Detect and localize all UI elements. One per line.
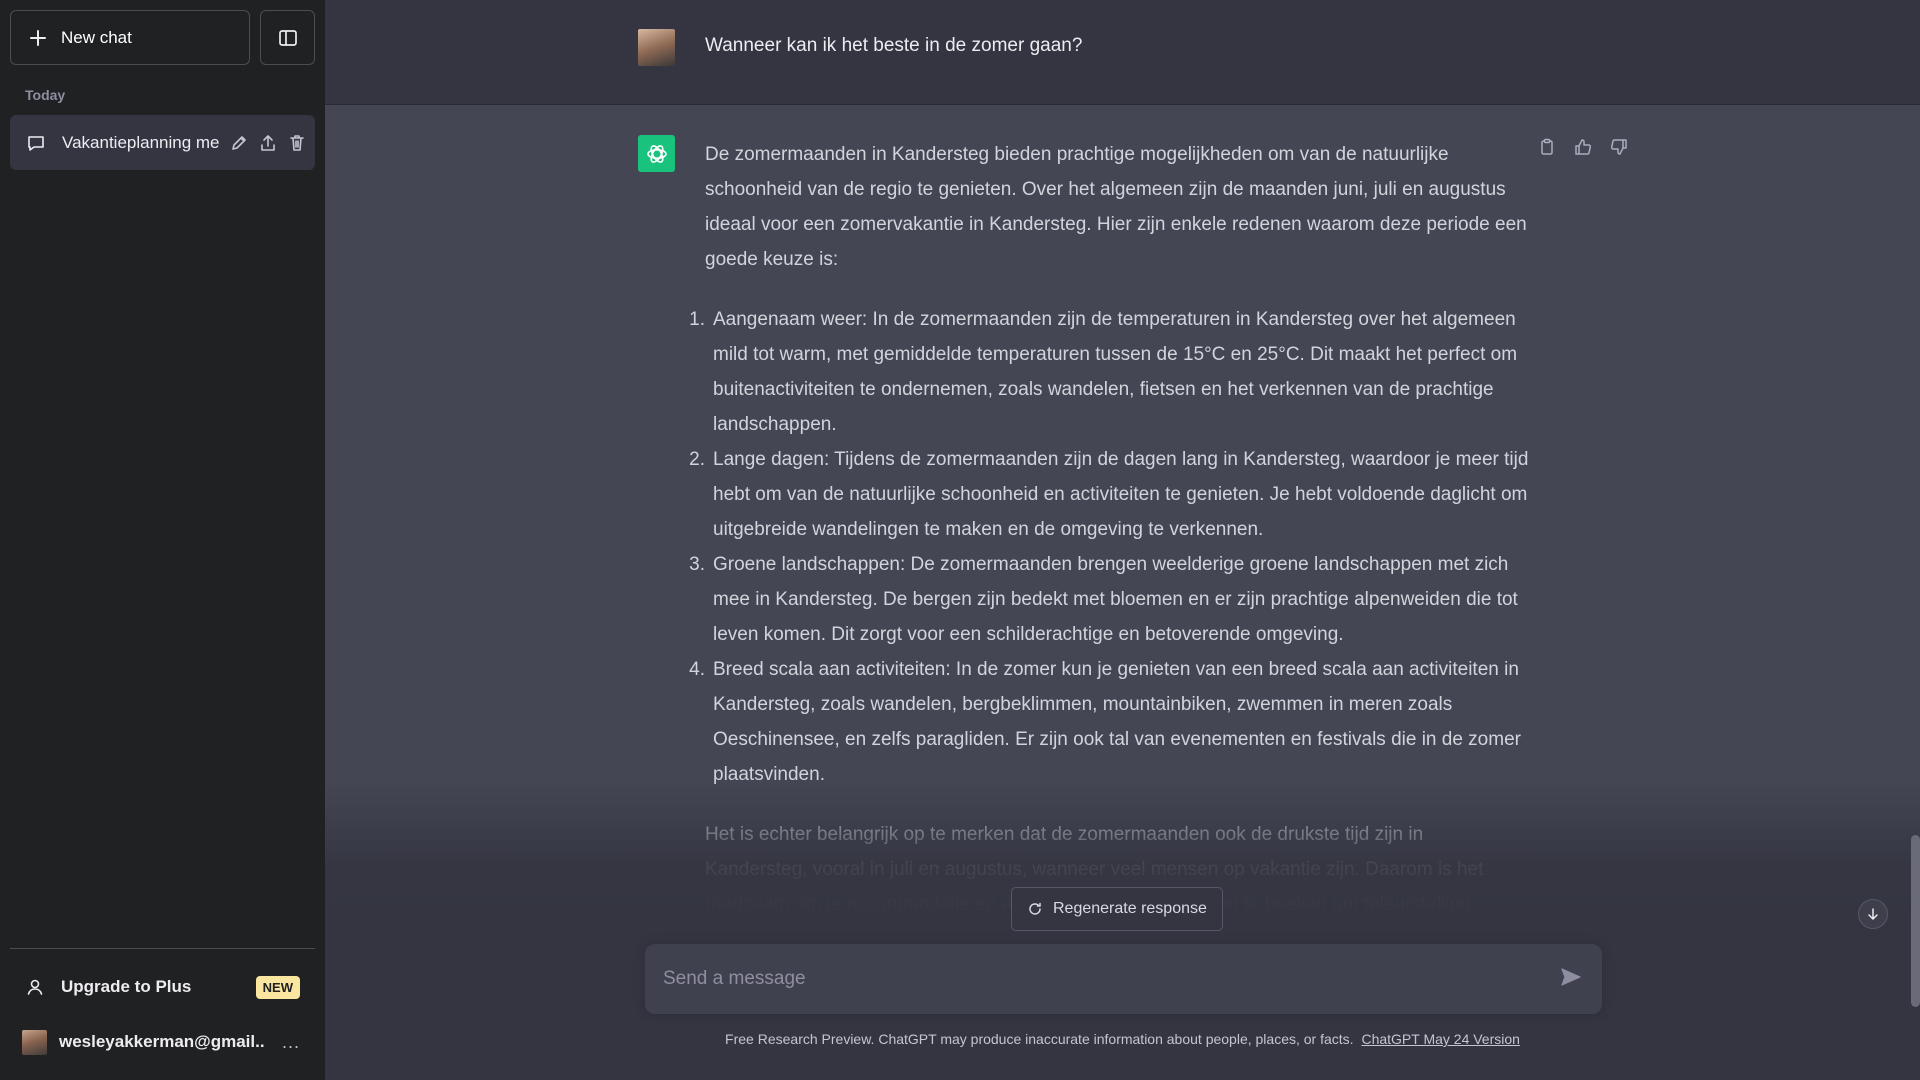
chat-main: Wanneer kan ik het beste in de zomer gaa…	[325, 0, 1920, 1080]
avatar	[22, 1029, 47, 1055]
regenerate-response-button[interactable]: Regenerate response	[1011, 887, 1223, 931]
sidebar: New chat Today Vakantieplanning me Upgra…	[0, 0, 325, 1080]
list-item-text: Aangenaam weer: In de zomermaanden zijn …	[713, 309, 1518, 435]
list-item: 1. Aangenaam weer: In de zomermaanden zi…	[689, 302, 1530, 442]
message-input[interactable]	[663, 944, 1543, 1014]
avatar	[638, 29, 675, 66]
new-chat-label: New chat	[61, 27, 132, 47]
answer-list: 1. Aangenaam weer: In de zomermaanden zi…	[689, 302, 1530, 792]
regenerate-label: Regenerate response	[1053, 900, 1207, 917]
version-link[interactable]: ChatGPT May 24 Version	[1361, 1031, 1519, 1047]
send-icon[interactable]	[1560, 966, 1582, 988]
list-item: 2. Lange dagen: Tijdens de zomermaanden …	[689, 442, 1530, 547]
message-composer	[645, 944, 1602, 1014]
user-message: Wanneer kan ik het beste in de zomer gaa…	[325, 0, 1920, 105]
scrollbar[interactable]	[1911, 835, 1920, 1007]
assistant-message: De zomermaanden in Kandersteg bieden pra…	[325, 105, 1920, 1080]
edit-icon[interactable]	[229, 133, 249, 153]
user-account-menu[interactable]: wesleyakkerman@gmail.... ...	[10, 1017, 315, 1067]
sidebar-divider	[10, 948, 315, 949]
trash-icon[interactable]	[287, 133, 307, 153]
list-number: 1.	[689, 309, 705, 330]
thumbs-up-icon[interactable]	[1573, 137, 1593, 157]
message-actions	[1537, 137, 1629, 157]
new-badge: NEW	[255, 975, 300, 999]
thumbs-down-icon[interactable]	[1609, 137, 1629, 157]
history-section-label: Today	[25, 87, 66, 103]
list-number: 2.	[689, 449, 705, 470]
history-item[interactable]: Vakantieplanning me	[10, 115, 315, 170]
footer-disclaimer: Free Research Preview. ChatGPT may produ…	[325, 1031, 1920, 1047]
scroll-to-bottom-button[interactable]	[1858, 899, 1888, 929]
list-number: 3.	[689, 554, 705, 575]
copy-icon[interactable]	[1537, 137, 1557, 157]
assistant-message-text: De zomermaanden in Kandersteg bieden pra…	[689, 137, 1530, 947]
toggle-sidebar-button[interactable]	[260, 10, 315, 65]
list-item-text: Lange dagen: Tijdens de zomermaanden zij…	[713, 449, 1529, 540]
new-chat-button[interactable]: New chat	[10, 10, 250, 65]
chatgpt-logo-icon	[638, 135, 675, 172]
user-message-text: Wanneer kan ik het beste in de zomer gaa…	[705, 35, 1083, 56]
list-item-text: Groene landschappen: De zomermaanden bre…	[713, 554, 1518, 645]
user-icon	[25, 977, 45, 997]
upgrade-to-plus-button[interactable]: Upgrade to Plus NEW	[10, 963, 315, 1011]
list-item-text: Breed scala aan activiteiten: In de zome…	[713, 659, 1521, 785]
history-item-title: Vakantieplanning me	[62, 132, 220, 152]
plus-icon	[29, 29, 47, 47]
list-item: 4. Breed scala aan activiteiten: In de z…	[689, 652, 1530, 792]
list-number: 4.	[689, 659, 705, 680]
disclaimer-text: Free Research Preview. ChatGPT may produ…	[725, 1031, 1354, 1047]
user-email: wesleyakkerman@gmail....	[59, 1032, 264, 1051]
arrow-down-icon	[1866, 907, 1880, 921]
refresh-icon	[1027, 901, 1043, 917]
answer-intro: De zomermaanden in Kandersteg bieden pra…	[705, 144, 1527, 270]
sidebar-toggle-icon	[278, 28, 298, 48]
upgrade-label: Upgrade to Plus	[61, 977, 192, 996]
share-icon[interactable]	[258, 133, 278, 153]
more-options-icon[interactable]: ...	[282, 1032, 300, 1053]
chat-bubble-icon	[26, 133, 46, 153]
list-item: 3. Groene landschappen: De zomermaanden …	[689, 547, 1530, 652]
